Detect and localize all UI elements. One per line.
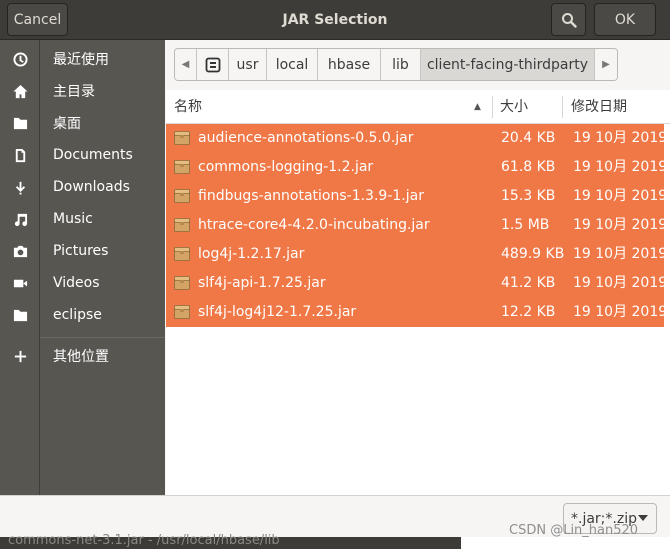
- path-segment-lib[interactable]: lib: [381, 49, 421, 80]
- archive-icon: [174, 131, 190, 145]
- clock-icon: [0, 43, 40, 75]
- drive-icon: [205, 57, 220, 72]
- download-icon: [0, 171, 40, 203]
- search-button[interactable]: [551, 3, 586, 36]
- sidebar-item-recent[interactable]: 最近使用: [0, 43, 165, 75]
- file-list[interactable]: 名称 ▲ 大小 修改日期 audience-annotations-0.5.0.…: [166, 90, 670, 495]
- archive-icon: [174, 305, 190, 319]
- file-modified-date: 19 10月 2019: [573, 188, 668, 204]
- sidebar-item-downloads[interactable]: Downloads: [0, 171, 165, 203]
- file-name: slf4j-api-1.7.25.jar: [198, 275, 326, 291]
- archive-icon: [174, 189, 190, 203]
- file-name: slf4j-log4j12-1.7.25.jar: [198, 304, 357, 320]
- sidebar-item-label: 其他位置: [53, 349, 109, 365]
- places-sidebar: 最近使用 主目录 桌面 Documents Downloads Music Pi…: [0, 40, 165, 495]
- sidebar-item-label: Videos: [53, 275, 100, 291]
- file-name: audience-annotations-0.5.0.jar: [198, 130, 414, 146]
- file-name: findbugs-annotations-1.3.9-1.jar: [198, 188, 424, 204]
- sidebar-item-music[interactable]: Music: [0, 203, 165, 235]
- file-size: 20.4 KB: [501, 130, 556, 146]
- file-modified-date: 19 10月 2019: [573, 275, 668, 291]
- path-segment-usr[interactable]: usr: [229, 49, 267, 80]
- file-row[interactable]: slf4j-api-1.7.25.jar 41.2 KB 19 10月 2019: [166, 269, 668, 298]
- file-name: commons-logging-1.2.jar: [198, 159, 374, 175]
- ok-button[interactable]: OK: [594, 3, 656, 36]
- watermark: CSDN @Lin_han520: [509, 523, 639, 538]
- archive-icon: [174, 218, 190, 232]
- column-header-size[interactable]: 大小: [500, 90, 528, 124]
- file-size: 12.2 KB: [501, 304, 556, 320]
- sidebar-item-pictures[interactable]: Pictures: [0, 235, 165, 267]
- path-segment-client-facing-thirdparty[interactable]: client-facing-thirdparty: [421, 49, 595, 80]
- sidebar-item-label: Documents: [53, 147, 133, 163]
- file-size: 489.9 KB: [501, 246, 565, 262]
- file-name: log4j-1.2.17.jar: [198, 246, 305, 262]
- column-header-modified[interactable]: 修改日期: [571, 90, 627, 124]
- file-modified-date: 19 10月 2019: [573, 159, 668, 175]
- home-icon: [0, 75, 40, 107]
- sidebar-item-label: 最近使用: [53, 52, 109, 68]
- file-modified-date: 19 10月 2019: [573, 217, 668, 233]
- column-divider: [562, 96, 563, 118]
- sidebar-item-eclipse[interactable]: eclipse: [0, 299, 165, 331]
- file-size: 41.2 KB: [501, 275, 556, 291]
- plus-icon: [0, 340, 40, 372]
- sidebar-item-desktop[interactable]: 桌面: [0, 107, 165, 139]
- archive-icon: [174, 247, 190, 261]
- sidebar-item-home[interactable]: 主目录: [0, 75, 165, 107]
- file-size: 61.8 KB: [501, 159, 556, 175]
- document-icon: [0, 139, 40, 171]
- folder-icon: [0, 299, 40, 331]
- sidebar-separator: [40, 337, 165, 338]
- file-size: 15.3 KB: [501, 188, 556, 204]
- path-root-button[interactable]: [197, 49, 229, 80]
- background-panel: [461, 537, 670, 549]
- sidebar-item-label: eclipse: [53, 307, 102, 323]
- camera-icon: [0, 235, 40, 267]
- path-scroll-left-button[interactable]: ◀: [175, 49, 197, 80]
- file-row[interactable]: audience-annotations-0.5.0.jar 20.4 KB 19 …: [166, 124, 668, 153]
- file-row[interactable]: findbugs-annotations-1.3.9-1.jar 15.3 KB 1…: [166, 182, 668, 211]
- path-segment-local[interactable]: local: [267, 49, 318, 80]
- sidebar-item-label: Pictures: [53, 243, 109, 259]
- column-header-name[interactable]: 名称: [174, 90, 202, 124]
- jar-selection-dialog: Cancel JAR Selection OK 最近使用 主目录 桌面 Docu…: [0, 0, 670, 537]
- archive-icon: [174, 276, 190, 290]
- file-row[interactable]: log4j-1.2.17.jar 489.9 KB 19 10月 2019: [166, 240, 668, 269]
- file-modified-date: 19 10月 2019: [573, 304, 668, 320]
- sidebar-item-label: 主目录: [53, 84, 95, 100]
- sidebar-item-documents[interactable]: Documents: [0, 139, 165, 171]
- path-bar: ◀ usr local hbase lib client-facing-thir…: [174, 48, 618, 81]
- sidebar-item-label: Music: [53, 211, 93, 227]
- file-size: 1.5 MB: [501, 217, 550, 233]
- path-scroll-right-button[interactable]: ▶: [595, 49, 617, 80]
- music-icon: [0, 203, 40, 235]
- archive-icon: [174, 160, 190, 174]
- file-modified-date: 19 10月 2019: [573, 130, 668, 146]
- sidebar-item-videos[interactable]: Videos: [0, 267, 165, 299]
- folder-icon: [0, 107, 40, 139]
- header-bar: Cancel JAR Selection OK: [0, 0, 670, 40]
- file-row[interactable]: commons-logging-1.2.jar 61.8 KB 19 10月 201…: [166, 153, 668, 182]
- chevron-down-icon: [638, 515, 648, 521]
- cancel-button[interactable]: Cancel: [7, 3, 68, 36]
- sidebar-item-label: Downloads: [53, 179, 130, 195]
- search-icon: [561, 12, 577, 28]
- file-name: htrace-core4-4.2.0-incubating.jar: [198, 217, 430, 233]
- sidebar-item-label: 桌面: [53, 116, 81, 132]
- column-divider: [492, 96, 493, 118]
- sidebar-item-other-locations[interactable]: 其他位置: [0, 340, 165, 372]
- file-modified-date: 19 10月 2019: [573, 246, 668, 262]
- video-icon: [0, 267, 40, 299]
- column-header: 名称 ▲ 大小 修改日期: [166, 90, 670, 124]
- file-row[interactable]: slf4j-log4j12-1.7.25.jar 12.2 KB 19 10月 20…: [166, 298, 668, 327]
- file-row[interactable]: htrace-core4-4.2.0-incubating.jar 1.5 MB 1…: [166, 211, 668, 240]
- sort-ascending-icon: ▲: [474, 102, 481, 112]
- background-window-text: commons-net-3.1.jar - /usr/local/hbase/l…: [8, 533, 280, 548]
- path-segment-hbase[interactable]: hbase: [318, 49, 381, 80]
